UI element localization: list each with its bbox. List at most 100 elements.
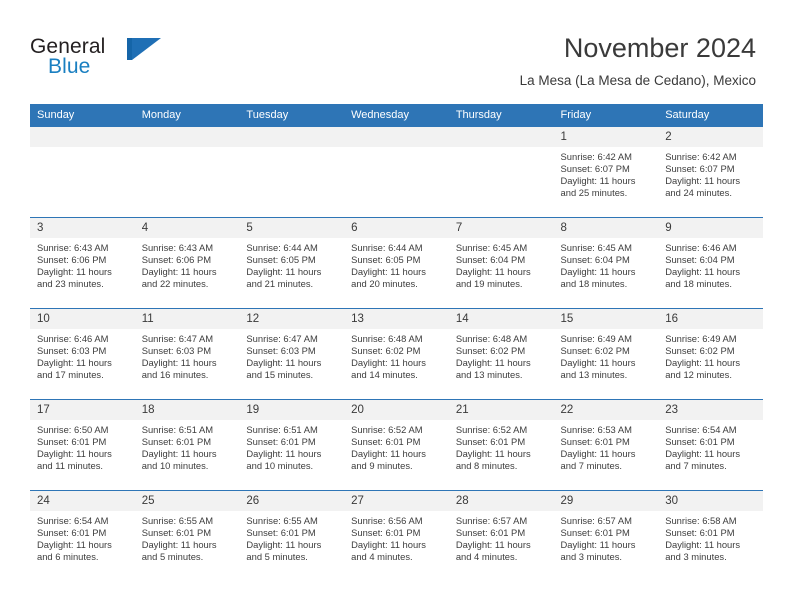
calendar-day-cell-empty (344, 127, 449, 218)
daylight-duration-line2: and 5 minutes. (141, 551, 204, 563)
calendar-day-cell[interactable]: 9 Sunrise: 6:46 AM Sunset: 6:04 PM Daylight… (658, 217, 763, 309)
day-details: Sunrise: 6:56 AM Sunset: 6:01 PM Daylight:… (344, 511, 449, 563)
day-cell-inner (134, 127, 240, 215)
day-cell-inner: 11 Sunrise: 6:47 AM Sunset: 6:03 PM Dayligh… (134, 309, 240, 397)
day-number: 29 (553, 491, 659, 511)
daylight-duration-line1: Daylight: 11 hours (560, 448, 636, 460)
calendar-day-cell[interactable]: 28 Sunrise: 6:57 AM Sunset: 6:01 PM Dayligh… (448, 490, 554, 581)
day-details: Sunrise: 6:45 AM Sunset: 6:04 PM Daylight:… (554, 238, 659, 290)
sunrise-time: Sunrise: 6:47 AM (141, 333, 214, 344)
day-details: Sunrise: 6:46 AM Sunset: 6:04 PM Daylight:… (658, 238, 763, 290)
calendar-day-cell[interactable]: 27 Sunrise: 6:56 AM Sunset: 6:01 PM Dayligh… (344, 490, 449, 581)
daylight-duration-line2: and 12 minutes. (665, 369, 732, 381)
sunrise-time: Sunrise: 6:51 AM (246, 424, 318, 435)
brand-logo[interactable]: General Blue (30, 36, 280, 90)
calendar-day-cell[interactable]: 30 Sunrise: 6:58 AM Sunset: 6:01 PM Dayligh… (658, 490, 763, 581)
day-cell-inner: 19 Sunrise: 6:51 AM Sunset: 6:01 PM Dayligh… (239, 400, 345, 488)
calendar-day-cell[interactable]: 24 Sunrise: 6:54 AM Sunset: 6:01 PM Dayligh… (30, 490, 135, 581)
day-cell-inner: 14 Sunrise: 6:48 AM Sunset: 6:02 PM Dayligh… (448, 309, 554, 397)
daylight-duration-line2: and 17 minutes. (37, 369, 104, 381)
daylight-duration-line2: and 21 minutes. (246, 278, 314, 290)
day-details: Sunrise: 6:49 AM Sunset: 6:02 PM Daylight:… (658, 329, 763, 381)
daylight-duration-line1: Daylight: 11 hours (351, 448, 426, 460)
calendar-day-cell[interactable]: 2 Sunrise: 6:42 AM Sunset: 6:07 PM Daylight… (658, 127, 763, 218)
day-details: Sunrise: 6:57 AM Sunset: 6:01 PM Daylight:… (449, 511, 554, 563)
calendar-day-cell[interactable]: 1 Sunrise: 6:42 AM Sunset: 6:07 PM Daylight… (553, 127, 659, 218)
day-cell-inner: 17 Sunrise: 6:50 AM Sunset: 6:01 PM Dayligh… (30, 400, 135, 488)
calendar-day-cell[interactable]: 7 Sunrise: 6:45 AM Sunset: 6:04 PM Daylight… (448, 217, 554, 309)
calendar-day-cell[interactable]: 18 Sunrise: 6:51 AM Sunset: 6:01 PM Dayligh… (134, 399, 240, 491)
day-number: 17 (30, 400, 135, 420)
calendar-day-cell[interactable]: 12 Sunrise: 6:47 AM Sunset: 6:03 PM Dayligh… (239, 308, 345, 400)
calendar-day-cell[interactable]: 20 Sunrise: 6:52 AM Sunset: 6:01 PM Dayligh… (344, 399, 449, 491)
calendar-day-cell[interactable]: 8 Sunrise: 6:45 AM Sunset: 6:04 PM Daylight… (553, 217, 659, 309)
calendar-week-row: 24 Sunrise: 6:54 AM Sunset: 6:01 PM Dayligh… (30, 490, 763, 581)
sunset-time: Sunset: 6:01 PM (455, 436, 526, 448)
day-details: Sunrise: 6:48 AM Sunset: 6:02 PM Daylight:… (449, 329, 554, 381)
day-cell-inner: 8 Sunrise: 6:45 AM Sunset: 6:04 PM Daylight… (553, 218, 659, 306)
daylight-duration-line2: and 23 minutes. (37, 278, 104, 290)
calendar-day-cell[interactable]: 23 Sunrise: 6:54 AM Sunset: 6:01 PM Dayligh… (658, 399, 763, 491)
calendar-day-cell[interactable]: 13 Sunrise: 6:48 AM Sunset: 6:02 PM Dayligh… (344, 308, 449, 400)
calendar-day-cell[interactable]: 3 Sunrise: 6:43 AM Sunset: 6:06 PM Daylight… (30, 217, 135, 309)
day-cell-inner: 2 Sunrise: 6:42 AM Sunset: 6:07 PM Daylight… (658, 127, 763, 215)
sunset-time: Sunset: 6:06 PM (141, 254, 212, 266)
calendar-day-cell[interactable]: 5 Sunrise: 6:44 AM Sunset: 6:05 PM Daylight… (239, 217, 345, 309)
weekday-header-tuesday: Tuesday (239, 104, 345, 127)
day-number: 4 (134, 218, 240, 238)
day-cell-inner: 30 Sunrise: 6:58 AM Sunset: 6:01 PM Dayligh… (658, 491, 763, 579)
day-cell-inner: 16 Sunrise: 6:49 AM Sunset: 6:02 PM Dayligh… (658, 309, 763, 397)
calendar-day-cell[interactable]: 29 Sunrise: 6:57 AM Sunset: 6:01 PM Dayligh… (553, 490, 659, 581)
sunset-time: Sunset: 6:05 PM (246, 254, 316, 266)
daylight-duration-line2: and 6 minutes. (37, 551, 99, 563)
daylight-duration-line1: Daylight: 11 hours (37, 539, 112, 551)
calendar-day-cell[interactable]: 19 Sunrise: 6:51 AM Sunset: 6:01 PM Dayligh… (239, 399, 345, 491)
calendar-day-cell[interactable]: 22 Sunrise: 6:53 AM Sunset: 6:01 PM Dayligh… (553, 399, 659, 491)
daylight-duration-line1: Daylight: 11 hours (665, 175, 741, 187)
day-cell-inner (448, 127, 554, 215)
sunrise-time: Sunrise: 6:48 AM (455, 333, 528, 344)
sunrise-time: Sunrise: 6:46 AM (37, 333, 109, 344)
daylight-duration-line1: Daylight: 11 hours (246, 266, 322, 278)
calendar-day-cell[interactable]: 25 Sunrise: 6:55 AM Sunset: 6:01 PM Dayligh… (134, 490, 240, 581)
day-cell-inner: 4 Sunrise: 6:43 AM Sunset: 6:06 PM Daylight… (134, 218, 240, 306)
day-details: Sunrise: 6:42 AM Sunset: 6:07 PM Daylight:… (554, 147, 659, 199)
calendar-day-cell[interactable]: 6 Sunrise: 6:44 AM Sunset: 6:05 PM Daylight… (344, 217, 449, 309)
sunrise-time: Sunrise: 6:58 AM (665, 515, 737, 526)
calendar-day-cell[interactable]: 21 Sunrise: 6:52 AM Sunset: 6:01 PM Dayligh… (448, 399, 554, 491)
sunset-time: Sunset: 6:01 PM (455, 527, 526, 539)
calendar-day-cell[interactable]: 17 Sunrise: 6:50 AM Sunset: 6:01 PM Dayligh… (30, 399, 135, 491)
day-number (344, 127, 449, 147)
daylight-duration-line1: Daylight: 11 hours (37, 266, 112, 278)
sunrise-time: Sunrise: 6:55 AM (141, 515, 214, 526)
sunset-time: Sunset: 6:07 PM (560, 163, 630, 175)
daylight-duration-line2: and 3 minutes. (665, 551, 727, 563)
day-cell-inner (344, 127, 449, 215)
day-cell-inner: 20 Sunrise: 6:52 AM Sunset: 6:01 PM Dayligh… (344, 400, 449, 488)
calendar-day-cell[interactable]: 26 Sunrise: 6:55 AM Sunset: 6:01 PM Dayligh… (239, 490, 345, 581)
daylight-duration-line2: and 16 minutes. (141, 369, 209, 381)
day-cell-inner: 1 Sunrise: 6:42 AM Sunset: 6:07 PM Daylight… (553, 127, 659, 215)
daylight-duration-line1: Daylight: 11 hours (37, 448, 112, 460)
calendar-day-cell[interactable]: 11 Sunrise: 6:47 AM Sunset: 6:03 PM Dayligh… (134, 308, 240, 400)
day-details: Sunrise: 6:43 AM Sunset: 6:06 PM Daylight:… (30, 238, 135, 290)
daylight-duration-line2: and 20 minutes. (351, 278, 418, 290)
calendar-day-cell[interactable]: 10 Sunrise: 6:46 AM Sunset: 6:03 PM Dayligh… (30, 308, 135, 400)
daylight-duration-line2: and 3 minutes. (560, 551, 623, 563)
day-details: Sunrise: 6:51 AM Sunset: 6:01 PM Daylight:… (239, 420, 344, 472)
daylight-duration-line2: and 15 minutes. (246, 369, 314, 381)
daylight-duration-line1: Daylight: 11 hours (455, 266, 531, 278)
daylight-duration-line2: and 5 minutes. (246, 551, 308, 563)
day-cell-inner: 22 Sunrise: 6:53 AM Sunset: 6:01 PM Dayligh… (553, 400, 659, 488)
calendar-day-cell-empty (30, 127, 135, 218)
daylight-duration-line1: Daylight: 11 hours (560, 539, 636, 551)
calendar-day-cell[interactable]: 4 Sunrise: 6:43 AM Sunset: 6:06 PM Daylight… (134, 217, 240, 309)
calendar-day-cell[interactable]: 15 Sunrise: 6:49 AM Sunset: 6:02 PM Dayligh… (553, 308, 659, 400)
day-cell-inner: 27 Sunrise: 6:56 AM Sunset: 6:01 PM Dayligh… (344, 491, 449, 579)
calendar-day-cell[interactable]: 16 Sunrise: 6:49 AM Sunset: 6:02 PM Dayligh… (658, 308, 763, 400)
sunset-time: Sunset: 6:04 PM (455, 254, 526, 266)
day-details: Sunrise: 6:46 AM Sunset: 6:03 PM Daylight:… (30, 329, 135, 381)
weekday-header-friday: Friday (553, 104, 659, 127)
calendar-day-cell[interactable]: 14 Sunrise: 6:48 AM Sunset: 6:02 PM Dayligh… (448, 308, 554, 400)
day-number: 2 (658, 127, 763, 147)
